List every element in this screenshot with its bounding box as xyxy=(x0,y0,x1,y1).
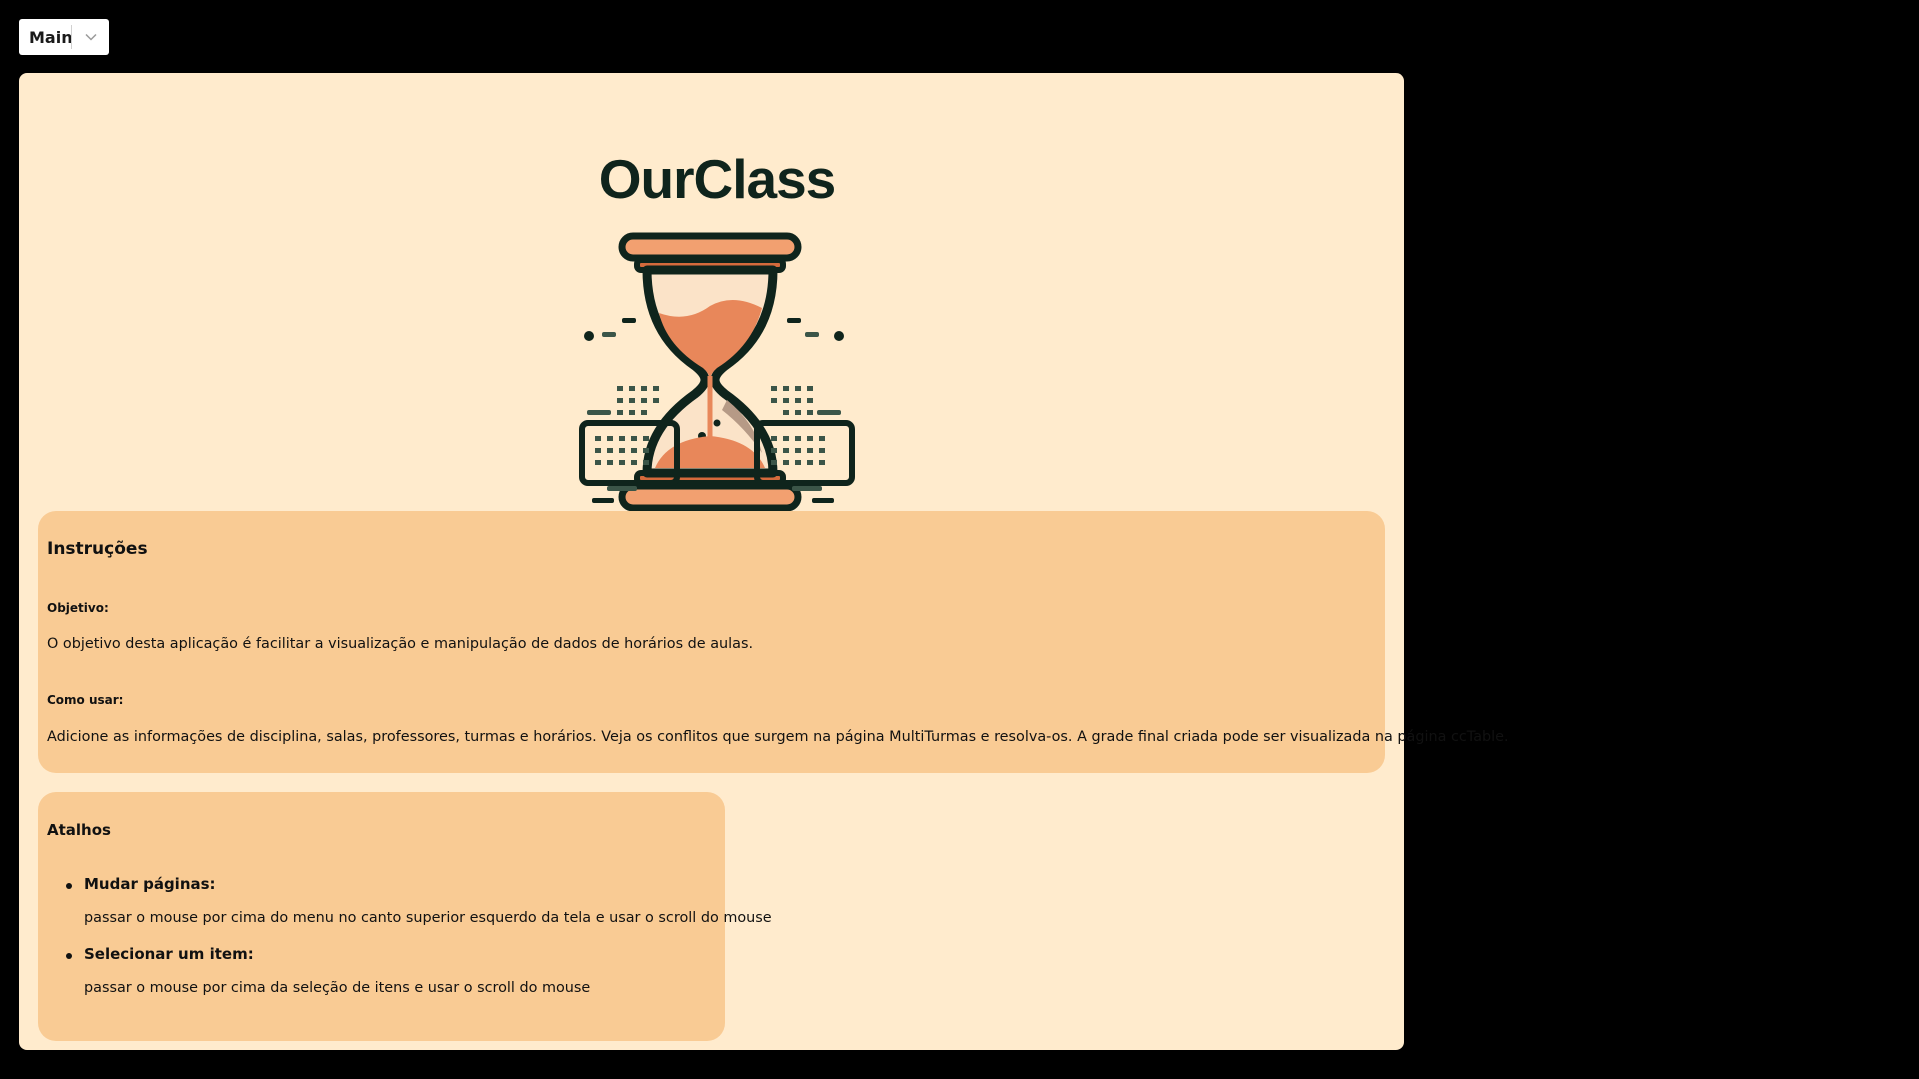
shortcuts-card: Atalhos Mudar páginas: passar o mouse po… xyxy=(38,792,772,1041)
page-selector-value: Main xyxy=(29,27,73,47)
shortcut-item-text: passar o mouse por cima da seleção de it… xyxy=(84,980,591,996)
app-logo: OurClass xyxy=(567,118,867,538)
objective-text: O objetivo desta aplicação é facilitar a… xyxy=(47,636,754,652)
objective-heading: Objetivo: xyxy=(47,601,109,615)
logo-title: OurClass xyxy=(599,148,836,210)
bullet xyxy=(66,953,72,959)
howto-text: Adicione as informações de disciplina, s… xyxy=(47,729,1509,745)
instructions-card: Instruções Objetivo: O objetivo desta ap… xyxy=(38,511,1509,773)
page-selector[interactable]: Main xyxy=(19,19,109,55)
howto-heading: Como usar: xyxy=(47,693,124,707)
main-panel: OurClass Instruções Objetivo: O objetivo… xyxy=(19,73,1509,1050)
bullet xyxy=(66,883,72,889)
shortcut-item-text: passar o mouse por cima do menu no canto… xyxy=(84,910,772,926)
chevron-down-icon[interactable] xyxy=(72,19,109,55)
instructions-title: Instruções xyxy=(47,539,148,559)
shortcut-item-heading: Selecionar um item: xyxy=(84,945,254,963)
shortcuts-title: Atalhos xyxy=(47,821,111,839)
shortcut-item-heading: Mudar páginas: xyxy=(84,875,216,893)
hourglass-icon: OurClass xyxy=(579,148,855,512)
